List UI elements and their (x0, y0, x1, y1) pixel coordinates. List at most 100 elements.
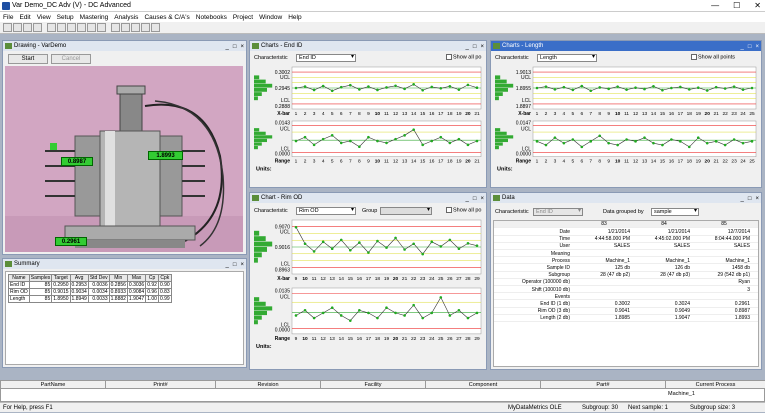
close-icon[interactable]: × (480, 42, 484, 52)
minimize-icon[interactable]: _ (226, 260, 229, 270)
data-point[interactable] (367, 251, 370, 254)
menu-project[interactable]: Project (233, 14, 253, 21)
data-cell[interactable]: 4:45:02.000 PM (634, 236, 690, 243)
data-point[interactable] (394, 311, 397, 315)
data-point[interactable] (687, 88, 691, 91)
data-point[interactable] (412, 242, 415, 246)
data-point[interactable] (553, 88, 557, 91)
table-row[interactable]: Shift (100010 db) 3 (494, 287, 758, 294)
part-info-header[interactable]: Facility (321, 381, 426, 389)
menu-view[interactable]: View (37, 14, 51, 21)
data-point[interactable] (643, 87, 646, 91)
open-icon[interactable] (13, 23, 22, 32)
current-process-value[interactable]: Machine_1 (668, 391, 695, 397)
close-icon[interactable]: × (240, 260, 244, 270)
bar-icon[interactable] (57, 23, 66, 32)
maximize-icon[interactable]: ☐ (733, 1, 740, 10)
data-cell[interactable]: 1458 db (694, 265, 750, 272)
group-select[interactable] (380, 207, 432, 215)
close-icon[interactable]: ✕ (754, 1, 761, 10)
data-cell[interactable]: 0.2961 (694, 301, 750, 308)
data-point[interactable] (439, 135, 443, 139)
data-point[interactable] (475, 244, 479, 247)
data-cell[interactable]: 1/21/2014 (574, 229, 630, 236)
data-point[interactable] (294, 86, 298, 90)
save-icon[interactable] (23, 23, 32, 32)
data-cell[interactable]: SALES (634, 243, 690, 250)
data-point[interactable] (634, 140, 637, 143)
data-point[interactable] (430, 311, 434, 315)
copy-icon[interactable] (121, 23, 130, 32)
characteristic-select[interactable]: End ID (533, 208, 583, 216)
data-point[interactable] (448, 238, 452, 242)
minimize-icon[interactable]: _ (466, 42, 469, 52)
data-cell[interactable]: 0.8987 (694, 308, 750, 315)
characteristic-select[interactable]: End ID (296, 54, 356, 62)
data-point[interactable] (376, 316, 379, 320)
menu-help[interactable]: Help (288, 14, 301, 21)
data-point[interactable] (430, 240, 434, 244)
data-point[interactable] (457, 88, 461, 91)
data-cell[interactable]: 12/7/2014 (694, 229, 750, 236)
data-cell[interactable]: Machine_1 (694, 258, 750, 265)
data-cell[interactable]: 0.3002 (574, 301, 630, 308)
data-point[interactable] (475, 139, 479, 143)
data-point[interactable] (358, 309, 361, 312)
data-point[interactable] (535, 140, 539, 143)
part-info-header[interactable]: Component (426, 381, 541, 389)
data-point[interactable] (321, 240, 325, 244)
part-info-header[interactable]: PartName (1, 381, 106, 389)
data-point[interactable] (403, 248, 406, 251)
menu-setup[interactable]: Setup (57, 14, 74, 21)
start-button[interactable]: Start (8, 54, 48, 64)
maximize-icon[interactable]: □ (473, 194, 477, 204)
table-row[interactable]: Length (2 db) 1.8985 1.9047 1.8993 (494, 315, 758, 322)
data-point[interactable] (705, 141, 709, 145)
data-point[interactable] (439, 86, 443, 90)
data-point[interactable] (403, 314, 406, 317)
data-cell[interactable]: 126 db (634, 265, 690, 272)
drawing-label-end[interactable]: 0.2961 (55, 237, 87, 246)
menu-analysis[interactable]: Analysis (114, 14, 138, 21)
data-cell[interactable]: 28 (47 db p3) (634, 272, 690, 279)
data-point[interactable] (457, 309, 461, 312)
data-point[interactable] (466, 242, 470, 245)
data-point[interactable] (312, 250, 316, 253)
data-cell[interactable]: SALES (574, 243, 630, 250)
data-column-header[interactable]: 84 (634, 221, 694, 227)
data-point[interactable] (643, 136, 646, 139)
data-cell[interactable]: 29 (542 db p1) (694, 272, 750, 279)
data-point[interactable] (349, 319, 352, 322)
data-point[interactable] (367, 135, 370, 139)
maximize-icon[interactable]: □ (233, 42, 237, 52)
data-point[interactable] (679, 85, 682, 89)
data-point[interactable] (303, 135, 307, 139)
new-icon[interactable] (3, 23, 12, 32)
data-point[interactable] (475, 86, 479, 90)
data-point[interactable] (385, 141, 388, 145)
data-point[interactable] (625, 138, 628, 141)
menu-notebooks[interactable]: Notebooks (196, 14, 227, 21)
data-cell[interactable]: 4:44:58.000 PM (574, 236, 630, 243)
data-point[interactable] (544, 143, 548, 147)
table-row[interactable]: Operator (100000 db) Ryan (494, 279, 758, 286)
data-point[interactable] (421, 88, 424, 92)
table-row[interactable]: Process Machine_1 Machine_1 Machine_1 (494, 258, 758, 265)
data-point[interactable] (303, 242, 307, 246)
menu-window[interactable]: Window (259, 14, 282, 21)
data-point[interactable] (403, 87, 406, 91)
data-point[interactable] (670, 138, 673, 141)
data-point[interactable] (339, 141, 343, 145)
data-point[interactable] (339, 238, 343, 242)
data-point[interactable] (358, 145, 361, 149)
data-point[interactable] (466, 143, 470, 147)
settings-icon[interactable] (87, 23, 96, 32)
data-point[interactable] (430, 139, 434, 143)
data-point[interactable] (385, 86, 388, 89)
data-point[interactable] (562, 141, 566, 145)
data-point[interactable] (439, 245, 443, 248)
email-icon[interactable] (141, 23, 150, 32)
minimize-icon[interactable]: _ (741, 42, 744, 52)
cut-icon[interactable] (111, 23, 120, 32)
data-point[interactable] (412, 128, 415, 131)
